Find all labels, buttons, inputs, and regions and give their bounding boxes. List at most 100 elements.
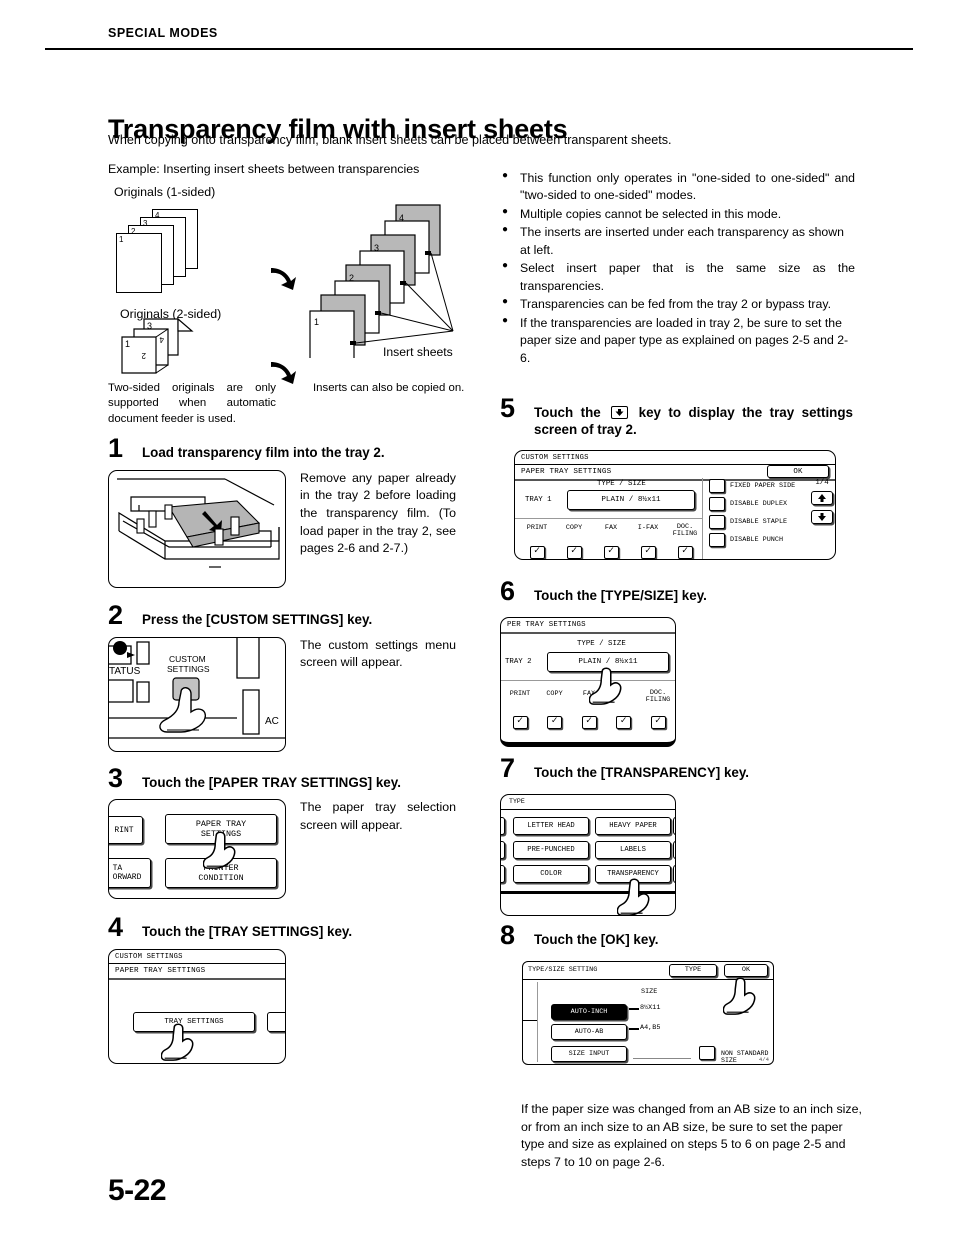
left-column: Example: Inserting insert sheets between… — [108, 162, 464, 1069]
function-label: I-FAX — [637, 524, 659, 533]
page: SPECIAL MODES Transparency film with ins… — [0, 0, 954, 1235]
divider — [515, 518, 703, 520]
step-2-heading: Press the [CUSTOM SETTINGS] key. — [142, 611, 373, 627]
print-key[interactable]: RINT — [109, 816, 143, 845]
heavy-paper-key[interactable]: HEAVY PAPER — [595, 816, 671, 835]
step-3-heading: Touch the [PAPER TRAY SETTINGS] key. — [142, 774, 401, 790]
checkbox-disable-punch[interactable] — [709, 533, 725, 548]
checkbox-fax[interactable]: ✓ — [581, 715, 597, 729]
notes-bullet-list: This function only operates in "one-side… — [500, 169, 855, 367]
step-8-number: 8 — [500, 919, 516, 950]
paper-type-screen: TYPE LETTER HEAD HEAVY PAPER PRE-PUNCHED… — [500, 793, 676, 916]
connector-1 — [629, 1007, 639, 1010]
printer-condition-key[interactable]: PRINTER CONDITION — [165, 858, 277, 889]
type-size-key[interactable]: PLAIN / 8½x11 — [567, 490, 695, 511]
divider-bottom — [501, 890, 675, 894]
type-size-label: TYPE / SIZE — [597, 480, 646, 489]
auto-ab-key[interactable]: AUTO-AB — [551, 1023, 627, 1040]
screen-subtitle: TYPE — [509, 797, 525, 805]
type-key-left-1[interactable] — [501, 816, 505, 835]
function-label: COPY — [546, 690, 563, 699]
svg-text:SETTINGS: SETTINGS — [167, 664, 210, 674]
step-5-heading-before: Touch the — [534, 404, 601, 420]
function-label — [609, 690, 639, 704]
step-6: 6 Touch the [TYPE/SIZE] key. PER TRAY SE… — [500, 578, 855, 757]
step-4-heading: Touch the [TRAY SETTINGS] key. — [142, 924, 353, 940]
originals-1sided-label: Originals (1-sided) — [114, 185, 216, 199]
screen-title: TYPE/SIZE SETTING — [528, 965, 598, 974]
left-rule — [537, 981, 538, 1062]
step-5-heading: Touch the key to display the tray settin… — [534, 401, 855, 439]
svg-text:TATUS: TATUS — [109, 666, 141, 677]
step-3-number: 3 — [108, 762, 124, 793]
checkbox-print[interactable]: ✓ — [529, 545, 545, 559]
checkbox-ifax[interactable]: ✓ — [640, 545, 656, 559]
ok-key[interactable]: OK — [767, 465, 829, 479]
auto-inch-key[interactable]: AUTO-INCH — [551, 1003, 627, 1020]
example-caption: Example: Inserting insert sheets between… — [108, 162, 420, 176]
auto-inch-value: 8½X11 — [640, 1003, 661, 1012]
tray-settings-key[interactable]: TRAY SETTINGS — [133, 1012, 255, 1032]
type-key-right-3[interactable] — [673, 864, 675, 883]
note-inserts-copied: Inserts can also be copied on. — [313, 382, 465, 394]
function-label: DOC. FILING — [645, 689, 671, 705]
type-key-right-1[interactable] — [673, 816, 675, 835]
option-label: DISABLE STAPLE — [730, 518, 788, 527]
checkbox-print[interactable]: ✓ — [512, 715, 528, 729]
checkbox-doc-filing[interactable]: ✓ — [650, 715, 666, 729]
function-label: COPY — [565, 524, 583, 533]
checkbox-copy[interactable]: ✓ — [547, 715, 562, 729]
scroll-down-key[interactable] — [811, 510, 833, 525]
svg-text:2: 2 — [141, 351, 146, 360]
ok-key[interactable]: OK — [724, 963, 768, 977]
twosided-svg: 3 1 4 2 — [121, 317, 194, 374]
step-6-number: 6 — [500, 576, 516, 607]
letter-head-key[interactable]: LETTER HEAD — [513, 816, 589, 835]
paper-tray-settings-key[interactable]: PAPER TRAY SETTINGS — [165, 814, 277, 845]
scroll-up-key[interactable] — [811, 491, 833, 506]
pre-punched-key[interactable]: PRE-PUNCHED — [513, 840, 589, 859]
step-4-number: 4 — [108, 912, 124, 943]
step-2-number: 2 — [108, 599, 124, 630]
checkbox-disable-staple[interactable] — [709, 515, 725, 530]
svg-text:3: 3 — [147, 321, 152, 331]
type-key-right-2[interactable] — [673, 840, 675, 859]
pager-area: 1/4 — [807, 479, 835, 525]
function-label: PRINT — [526, 524, 548, 533]
checkbox-fax[interactable]: ✓ — [603, 545, 619, 559]
bottom-note: If the paper size was changed from an AB… — [521, 1102, 862, 1169]
checkbox-copy[interactable]: ✓ — [566, 545, 582, 559]
paper-tray-settings-screen-tray2: PER TRAY SETTINGS TYPE / SIZE TRAY 2 PLA… — [500, 617, 676, 748]
type-size-label: TYPE / SIZE — [577, 640, 626, 649]
transparency-key[interactable]: TRANSPARENCY — [595, 864, 671, 883]
page-indicator: 1/4 — [815, 479, 829, 488]
page-indicator: 4/4 — [758, 1055, 769, 1063]
svg-text:4: 4 — [159, 335, 164, 344]
operation-panel-svg: TATUS CUSTOM SETTINGS AC — [109, 637, 285, 739]
tray-type-size-area: TYPE / SIZE TRAY 1 PLAIN / 8½x11 PRINT C… — [515, 478, 703, 560]
type-key[interactable]: TYPE — [669, 963, 717, 977]
svg-text:4: 4 — [399, 213, 404, 223]
tray-settings-adjacent-key[interactable] — [267, 1012, 285, 1032]
note-two-sided-support: Two-sided originals are only supported w… — [108, 382, 276, 425]
svg-text:CUSTOM: CUSTOM — [169, 654, 206, 664]
type-size-key[interactable]: PLAIN / 8½x11 — [547, 652, 669, 673]
data-forward-key[interactable]: TA ORWARD — [109, 858, 151, 889]
checkbox-ifax[interactable]: ✓ — [616, 715, 631, 729]
running-head: SPECIAL MODES — [108, 26, 218, 40]
checkbox-doc-filing[interactable]: ✓ — [677, 545, 693, 559]
step-1: 1 Load transparency film into the tray 2… — [108, 435, 458, 592]
sheet-number-1: 1 — [119, 235, 124, 244]
type-key-left-2[interactable] — [501, 840, 505, 859]
page-number: 5-22 — [108, 1174, 167, 1207]
checkbox-non-standard-size[interactable] — [699, 1045, 715, 1060]
checkbox-fixed-paper-side[interactable] — [709, 479, 725, 494]
labels-key[interactable]: LABELS — [595, 840, 671, 859]
color-key[interactable]: COLOR — [513, 864, 589, 883]
size-input-key[interactable]: SIZE INPUT — [551, 1045, 627, 1062]
checkbox-disable-duplex[interactable] — [709, 497, 725, 512]
type-key-left-3[interactable] — [501, 864, 505, 883]
step-8: 8 Touch the [OK] key. TYPE/SIZE SETTING … — [500, 921, 855, 1069]
bullet-item: Select insert paper that is the same siz… — [500, 259, 855, 295]
right-column: This function only operates in "one-side… — [500, 162, 855, 1069]
